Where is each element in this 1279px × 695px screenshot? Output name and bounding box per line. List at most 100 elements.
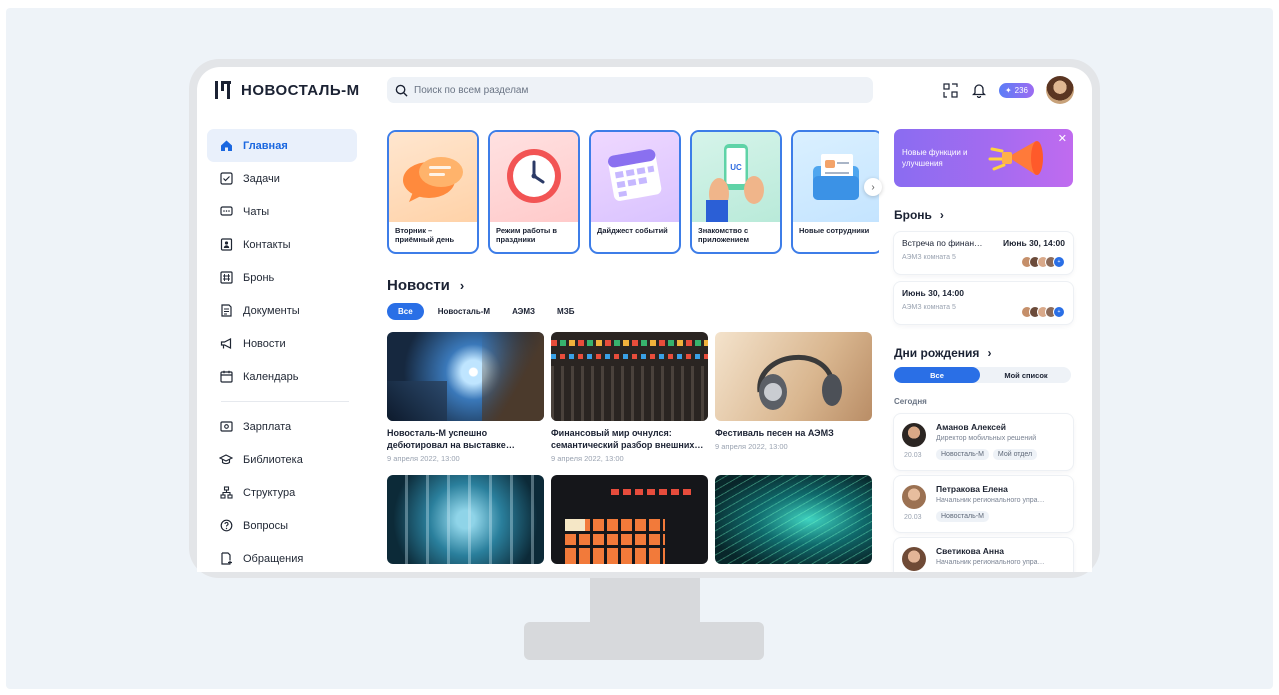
stories-carousel: Вторник – приёмный день Режим работы в п… (387, 130, 879, 255)
booking-section-title[interactable]: Бронь › (894, 208, 944, 222)
booking-card-time: Июнь 30, 14:00 (1002, 238, 1065, 248)
sidebar-item-booking[interactable]: Бронь (207, 261, 357, 294)
bell-icon[interactable] (971, 82, 987, 98)
sidebar-item-label: Структура (243, 486, 296, 499)
birthday-card[interactable]: Аманов Алексей Директор мобильных решени… (894, 414, 1073, 470)
birthday-tag: Новосталь-М (936, 449, 989, 460)
booking-card[interactable]: Июнь 30, 14:00 АЭМЗ комната 5 + (894, 282, 1073, 324)
chip-aemz[interactable]: АЭМЗ (504, 303, 543, 320)
birthday-tag: Новосталь-М (936, 511, 989, 522)
points-badge[interactable]: ✦ 236 (998, 82, 1034, 98)
sidebar-item-label: Новости (243, 337, 286, 350)
sidebar-item-contacts[interactable]: Контакты (207, 228, 357, 261)
news-section-title[interactable]: Новости › (387, 277, 464, 294)
story-card[interactable]: Вторник – приёмный день (387, 130, 479, 254)
story-image (490, 132, 578, 222)
points-value: 236 (1014, 85, 1028, 95)
sidebar-item-label: Бронь (243, 271, 275, 284)
news-card[interactable]: Финансовый мир очнулся: семантический ра… (551, 332, 708, 463)
news-card[interactable] (715, 475, 872, 564)
search-input[interactable]: Поиск по всем разделам (387, 77, 873, 103)
news-card-date: 9 апреля 2022, 13:00 (551, 454, 624, 464)
sidebar-item-chats[interactable]: Чаты (207, 195, 357, 228)
birthday-name: Аманов Алексей (936, 422, 1006, 432)
more-participants-badge: + (1053, 256, 1065, 268)
segment-all[interactable]: Все (894, 367, 980, 383)
monitor-screen: НОВОСТАЛЬ-М Поиск по всем разделам ✦ 236… (197, 67, 1092, 572)
story-caption: Вторник – приёмный день (395, 226, 455, 245)
checkbox-icon (219, 172, 233, 186)
story-card[interactable]: UC Знакомство с приложением (690, 130, 782, 254)
logo-mark-icon (213, 79, 233, 101)
birthdays-segmented-control: Все Мой список (894, 367, 1071, 383)
avatar (902, 423, 926, 447)
sparkle-icon: ✦ (1004, 85, 1012, 95)
promo-banner[interactable]: Новые функции и улучшения ✕ (894, 129, 1073, 187)
salary-icon (219, 420, 233, 434)
avatar (902, 547, 926, 571)
chevron-right-icon[interactable]: › (864, 178, 882, 196)
story-card[interactable]: Режим работы в праздники (488, 130, 580, 254)
news-image (715, 332, 872, 421)
story-image (389, 132, 477, 222)
chip-all[interactable]: Все (387, 303, 424, 320)
sidebar-item-salary[interactable]: Зарплата (207, 410, 357, 443)
svg-text:UC: UC (730, 163, 742, 172)
sidebar-item-requests[interactable]: Обращения (207, 542, 357, 572)
news-card-title: Фестиваль песен на АЭМЗ (715, 428, 834, 438)
sidebar: Главная Задачи Чаты Контакты Бронь Докум… (207, 129, 357, 572)
library-icon (219, 453, 233, 467)
birthday-role: Начальник регионального упра… (936, 497, 1045, 504)
news-card[interactable]: Фестиваль песен на АЭМЗ 9 апреля 2022, 1… (715, 332, 872, 451)
chip-novostal[interactable]: Новосталь-М (430, 303, 498, 320)
birthday-name: Петракова Елена (936, 484, 1008, 494)
chevron-right-icon: › (459, 278, 465, 293)
sidebar-item-label: Задачи (243, 172, 280, 185)
news-image (715, 475, 872, 564)
birthday-card[interactable]: Светикова Анна Начальник регионального у… (894, 538, 1073, 572)
search-placeholder: Поиск по всем разделам (414, 84, 529, 96)
chevron-right-icon: › (987, 346, 992, 360)
news-card-date: 9 апреля 2022, 13:00 (387, 454, 460, 464)
promo-text: Новые функции и улучшения (902, 148, 968, 169)
booking-card[interactable]: Встреча по финан… Июнь 30, 14:00 АЭМЗ ко… (894, 232, 1073, 274)
sidebar-item-home[interactable]: Главная (207, 129, 357, 162)
qr-scan-icon[interactable] (943, 82, 959, 98)
sidebar-item-label: Вопросы (243, 519, 289, 532)
story-caption: Новые сотрудники (799, 226, 870, 235)
news-card[interactable] (551, 475, 708, 564)
sidebar-item-calendar[interactable]: Календарь (207, 360, 357, 393)
story-image: UC (692, 132, 780, 222)
sidebar-item-library[interactable]: Библиотека (207, 443, 357, 476)
birthdays-section-title[interactable]: Дни рождения › (894, 346, 991, 360)
news-image (551, 332, 708, 421)
sidebar-divider (221, 401, 349, 402)
more-participants-badge: + (1053, 306, 1065, 318)
story-caption: Режим работы в праздники (496, 226, 557, 245)
sidebar-item-label: Календарь (243, 370, 299, 383)
sidebar-item-documents[interactable]: Документы (207, 294, 357, 327)
app-logo[interactable]: НОВОСТАЛЬ-М (213, 79, 360, 101)
news-image (551, 475, 708, 564)
sidebar-item-structure[interactable]: Структура (207, 476, 357, 509)
sidebar-item-questions[interactable]: Вопросы (207, 509, 357, 542)
sidebar-item-news[interactable]: Новости (207, 327, 357, 360)
segment-my-list[interactable]: Мой список (982, 367, 1070, 383)
chip-mzb[interactable]: МЗБ (549, 303, 582, 320)
user-avatar[interactable] (1046, 76, 1074, 104)
booking-card-title: Июнь 30, 14:00 (902, 288, 965, 298)
monitor-stand-base (524, 622, 764, 660)
sidebar-item-tasks[interactable]: Задачи (207, 162, 357, 195)
avatar (902, 485, 926, 509)
booking-icon (219, 271, 233, 285)
news-image (387, 332, 544, 421)
sidebar-item-label: Документы (243, 304, 300, 317)
chat-icon (219, 205, 233, 219)
birthday-card[interactable]: Петракова Елена Начальник регионального … (894, 476, 1073, 532)
sidebar-item-label: Главная (243, 139, 288, 152)
news-card[interactable] (387, 475, 544, 564)
birthday-tag: Мой отдел (992, 449, 1038, 460)
booking-title: Бронь (894, 208, 932, 222)
story-card[interactable]: Дайджест событий (589, 130, 681, 254)
news-card[interactable]: Новосталь-М успешно дебютировал на выста… (387, 332, 544, 463)
